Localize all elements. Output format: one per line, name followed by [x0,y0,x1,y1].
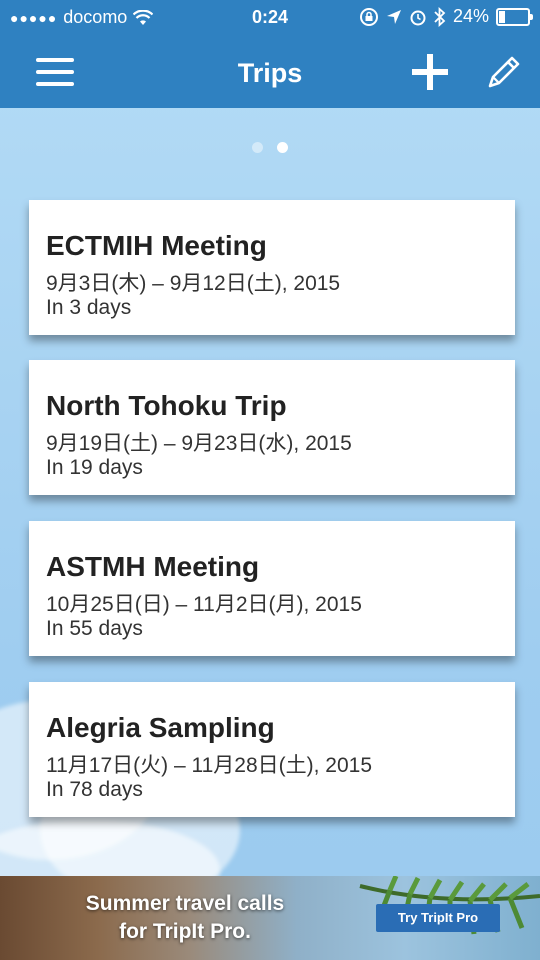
pencil-icon[interactable] [484,52,524,92]
tripit-pro-ad-banner[interactable]: Summer travel calls for TripIt Pro. Try … [0,876,540,960]
ad-headline: Summer travel calls for TripIt Pro. [60,890,310,946]
trip-countdown: In 78 days [46,778,143,801]
alarm-icon [410,10,426,25]
ad-headline-line2: for TripIt Pro. [119,920,251,943]
trip-card[interactable]: ASTMH Meeting 10月25日(日) – 11月2日(月), 2015… [29,521,515,656]
battery-percent: 24% [452,6,489,26]
navigation-bar: Trips [0,34,540,108]
status-icons: 24% [359,6,533,27]
trip-name: North Tohoku Trip [46,390,287,421]
ad-headline-line1: Summer travel calls [85,892,285,915]
trip-name: ASTMH Meeting [46,551,260,582]
page-indicator[interactable] [0,142,540,153]
trip-countdown: In 19 days [46,456,143,479]
bluetooth-icon [434,6,446,27]
trip-dates: 11月17日(火) – 11月28日(土), 2015 [46,754,373,777]
trip-card[interactable]: North Tohoku Trip 9月19日(土) – 9月23日(水), 2… [29,360,515,495]
trip-name: ECTMIH Meeting [46,230,267,261]
try-tripit-pro-button[interactable]: Try TripIt Pro [376,904,500,932]
page-title: Trips [237,58,303,88]
rotation-lock-icon [359,7,378,26]
trip-name: Alegria Sampling [46,712,275,743]
page-dot[interactable] [252,142,263,153]
plus-icon[interactable] [412,54,448,90]
battery-icon [496,7,533,26]
page-dot[interactable] [277,142,288,153]
battery-level [499,10,505,23]
trip-dates: 9月3日(木) – 9月12日(土), 2015 [46,272,341,295]
status-bar: ●●●●● docomo 0:24 24% [0,0,540,34]
trip-card[interactable]: Alegria Sampling 11月17日(火) – 11月28日(土), … [29,682,515,817]
trip-countdown: In 55 days [46,617,143,640]
trip-card[interactable]: ECTMIH Meeting 9月3日(木) – 9月12日(土), 2015 … [29,200,515,335]
location-arrow-icon [386,9,401,24]
trip-countdown: In 3 days [46,296,132,319]
trip-dates: 10月25日(日) – 11月2日(月), 2015 [46,593,362,616]
trip-dates: 9月19日(土) – 9月23日(水), 2015 [46,432,352,455]
